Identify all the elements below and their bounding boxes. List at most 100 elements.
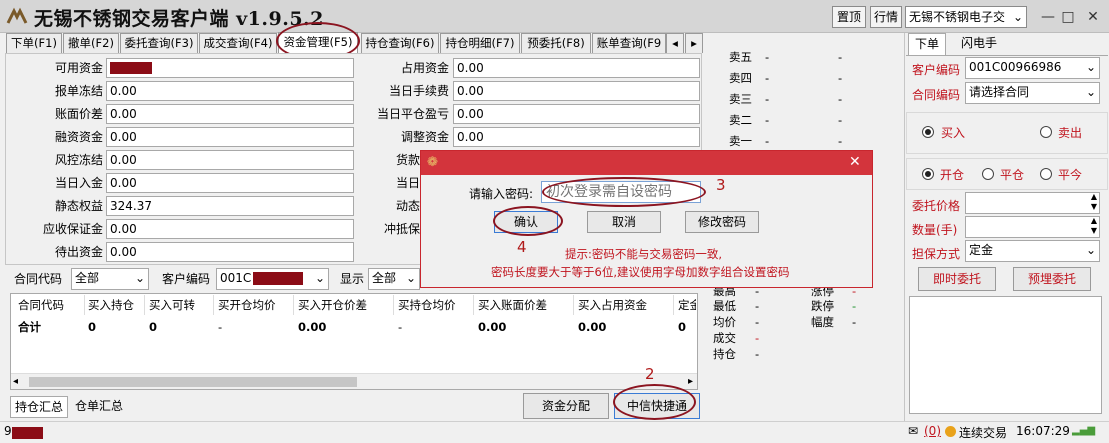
close-radio[interactable] xyxy=(982,168,994,180)
pre-order-button[interactable]: 预埋委托 xyxy=(1013,267,1091,291)
close-today-radio[interactable] xyxy=(1040,168,1052,180)
scroll-left-icon[interactable]: ◂ xyxy=(13,374,18,390)
grid-divider xyxy=(213,295,214,315)
field-label: 冲抵保 xyxy=(383,222,420,236)
field-label: 应收保证金 xyxy=(42,222,103,236)
tab-pre-entrust[interactable]: 预委托(F8) xyxy=(521,33,591,53)
tab-entrust-query[interactable]: 委托查询(F3) xyxy=(120,33,198,53)
field-label: 可用资金 xyxy=(54,61,103,75)
field-label: 融资资金 xyxy=(54,130,103,144)
fund-allocate-button[interactable]: 资金分配 xyxy=(523,393,609,419)
contract-filter-select[interactable]: 全部 ⌄ xyxy=(71,268,149,290)
dialog-close-button[interactable]: ✕ xyxy=(849,154,861,170)
quote-stat-value: - xyxy=(755,347,760,361)
status-account: 9 xyxy=(4,424,12,438)
field-label: 当日入金 xyxy=(54,176,103,190)
close-window-button[interactable]: ✕ xyxy=(1080,6,1106,28)
contract-code-select[interactable]: 请选择合同 ⌄ xyxy=(965,82,1100,104)
grid-divider xyxy=(393,295,394,315)
change-password-button[interactable]: 修改密码 xyxy=(685,211,759,233)
sell-radio[interactable] xyxy=(1040,126,1052,138)
spinner-icon[interactable]: ▲ ▼ xyxy=(1091,216,1097,236)
dialog-app-icon: ❁ xyxy=(427,155,438,170)
close-today-label[interactable]: 平今 xyxy=(1058,166,1082,183)
tab-order[interactable]: 下单(F1) xyxy=(6,33,62,53)
tab-bill-query[interactable]: 账单查询(F9 xyxy=(592,33,666,53)
tab-scroll-right-icon[interactable]: ▸ xyxy=(685,33,703,53)
grid-cell: 0.00 xyxy=(298,320,327,334)
grid-divider xyxy=(473,295,474,315)
scroll-right-icon[interactable]: ▸ xyxy=(688,374,693,390)
annotation-number: 4 xyxy=(517,238,527,256)
buy-radio[interactable] xyxy=(922,126,934,138)
price-input[interactable]: ▲ ▼ xyxy=(965,192,1100,214)
mail-icon[interactable]: ✉ xyxy=(908,424,918,438)
quote-volume: - xyxy=(838,71,843,85)
fee-today-field: 0.00 xyxy=(453,81,700,101)
chevron-down-icon: ⌄ xyxy=(1085,60,1096,74)
redacted-value xyxy=(12,427,43,439)
field-label: 静态权益 xyxy=(54,199,103,213)
guarantee-select[interactable]: 定金 ⌄ xyxy=(965,240,1100,262)
grid-cell: 0.00 xyxy=(478,320,507,334)
grid-horizontal-scrollbar[interactable]: ◂ ▸ xyxy=(11,373,697,389)
quote-volume: - xyxy=(838,92,843,106)
exchange-select[interactable]: 无锡不锈钢电子交 ⌄ xyxy=(905,6,1027,28)
annotation-number: 3 xyxy=(716,176,726,194)
customer-filter-select[interactable]: 001C ⌄ xyxy=(216,268,329,290)
spinner-icon[interactable]: ▲ ▼ xyxy=(1091,192,1097,212)
customer-code-select[interactable]: 001C00966986 ⌄ xyxy=(965,57,1100,79)
grid-cell: 0 xyxy=(678,320,687,334)
tab-position-detail[interactable]: 持仓明细(F7) xyxy=(440,33,520,53)
grid-header: 买入开仓价差 xyxy=(298,298,367,312)
field-label: 当日手续费 xyxy=(388,84,449,98)
status-bar xyxy=(0,421,1109,443)
annotation-number: 2 xyxy=(645,365,655,383)
field-label: 占用资金 xyxy=(400,61,449,75)
pin-top-button[interactable]: 置顶 xyxy=(832,6,866,28)
mail-count-link[interactable]: (0) xyxy=(924,424,941,438)
close-label[interactable]: 平仓 xyxy=(1000,166,1024,183)
grid-header: 买入持仓 xyxy=(88,298,134,312)
tab-cancel[interactable]: 撤单(F2) xyxy=(63,33,119,53)
tab-scroll-left-icon[interactable]: ◂ xyxy=(666,33,684,53)
open-label[interactable]: 开仓 xyxy=(940,166,964,183)
cancel-button[interactable]: 取消 xyxy=(587,211,661,233)
chevron-down-icon: ⌄ xyxy=(314,271,325,285)
show-filter-select[interactable]: 全部 ⌄ xyxy=(368,268,420,290)
grid-header: 买入占用资金 xyxy=(578,298,647,312)
scrollbar-thumb[interactable] xyxy=(29,377,357,387)
quote-price: - xyxy=(765,50,770,64)
tab-order-entry[interactable]: 下单 xyxy=(908,33,946,55)
tab-position-query[interactable]: 持仓查询(F6) xyxy=(361,33,439,53)
deposit-today-field: 0.00 xyxy=(106,173,354,193)
book-spread-field: 0.00 xyxy=(106,104,354,124)
hint-text: 提示:密码不能与交易密码一致, xyxy=(565,247,723,261)
connection-icon xyxy=(945,426,956,437)
quote-label: 卖三 xyxy=(729,92,752,106)
open-radio[interactable] xyxy=(922,168,934,180)
password-dialog: ❁ ✕ 请输入密码: 3 确认 4 取消 修改密码 提示:密码不能与交易密码一致… xyxy=(420,150,873,288)
tab-position-summary[interactable]: 持仓汇总 xyxy=(10,396,68,418)
quote-button[interactable]: 行情 xyxy=(870,6,902,28)
quote-volume: - xyxy=(838,113,843,127)
chevron-down-icon: ⌄ xyxy=(134,271,145,285)
buy-label[interactable]: 买入 xyxy=(941,124,965,141)
maximize-button[interactable]: □ xyxy=(1055,6,1081,28)
occupied-fund-field: 0.00 xyxy=(453,58,700,78)
quote-price: - xyxy=(765,134,770,148)
tab-warehouse-summary[interactable]: 仓单汇总 xyxy=(70,396,128,418)
instant-order-button[interactable]: 即时委托 xyxy=(918,267,996,291)
quantity-input[interactable]: ▲ ▼ xyxy=(965,216,1100,238)
tab-deal-query[interactable]: 成交查询(F4) xyxy=(199,33,277,53)
grid-header: 买入账面价差 xyxy=(478,298,547,312)
chevron-down-icon: ⌄ xyxy=(1085,243,1096,257)
signal-icon: ▂▄▆ xyxy=(1072,425,1096,436)
financing-fund-field: 0.00 xyxy=(106,127,354,147)
grid-divider xyxy=(673,295,674,315)
quote-label: 卖一 xyxy=(729,134,752,148)
tab-flash[interactable]: 闪电手 xyxy=(954,33,1004,55)
sell-label[interactable]: 卖出 xyxy=(1058,124,1082,141)
grid-cell: 0.00 xyxy=(578,320,607,334)
order-log-area xyxy=(909,296,1102,414)
